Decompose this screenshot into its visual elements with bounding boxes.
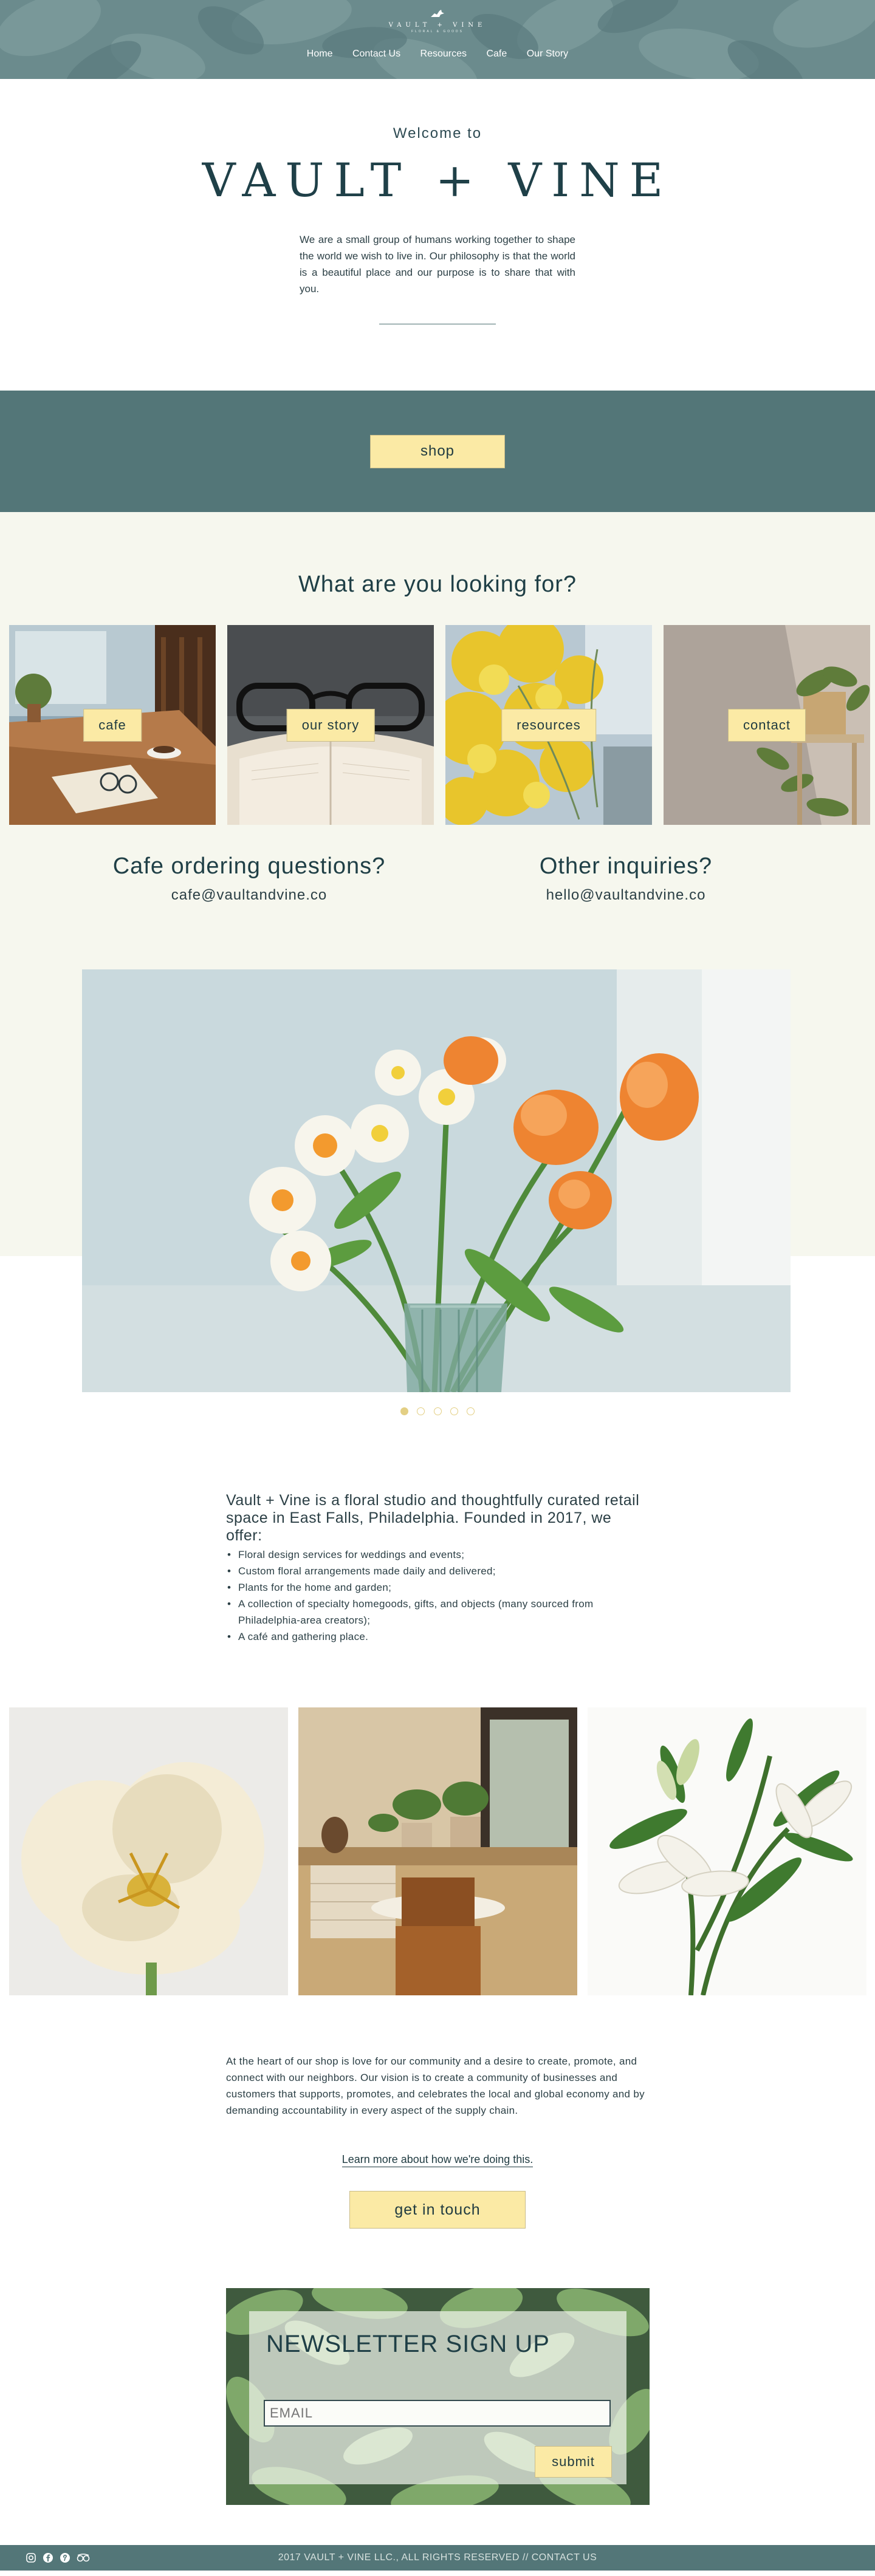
nav-cafe[interactable]: Cafe xyxy=(486,49,507,59)
cafe-email-link[interactable]: cafe@vaultandvine.co xyxy=(61,887,437,904)
slide-dot-2[interactable] xyxy=(417,1407,425,1415)
offers-list: Floral design services for weddings and … xyxy=(226,1546,651,1645)
other-inquiry: Other inquiries? hello@vaultandvine.co xyxy=(437,853,814,904)
slide-dot-1[interactable] xyxy=(400,1407,408,1415)
tile-cafe-button[interactable]: cafe xyxy=(83,708,142,742)
shop-button[interactable]: shop xyxy=(370,434,505,468)
offer-item: A collection of specialty homegoods, gif… xyxy=(226,1596,651,1628)
gallery-photo xyxy=(588,1707,866,1995)
looking-heading: What are you looking for? xyxy=(298,572,577,597)
offer-item: A café and gathering place. xyxy=(226,1628,651,1645)
tile-our-story-button[interactable]: our story xyxy=(286,708,375,742)
welcome-pretitle: Welcome to xyxy=(393,125,482,142)
about-section: Vault + Vine is a floral studio and thou… xyxy=(0,1434,875,1707)
email-field[interactable] xyxy=(264,2400,611,2427)
logo-subtitle: FLORAL & GOODS xyxy=(411,30,464,33)
tile-our-story[interactable]: our story xyxy=(227,625,434,825)
flower-vase-photo xyxy=(82,969,791,1392)
hello-email-link[interactable]: hello@vaultandvine.co xyxy=(437,887,814,904)
community-section: At the heart of our shop is love for our… xyxy=(0,1995,875,2545)
offer-item: Floral design services for weddings and … xyxy=(226,1546,651,1563)
learn-more-link[interactable]: Learn more about how we're doing this. xyxy=(341,2153,534,2167)
inquiries: Cafe ordering questions? cafe@vaultandvi… xyxy=(0,853,875,904)
slide-dot-5[interactable] xyxy=(467,1407,475,1415)
logo-text: VAULT + VINE xyxy=(388,22,487,29)
nav-our-story[interactable]: Our Story xyxy=(527,49,568,59)
nav-contact-us[interactable]: Contact Us xyxy=(352,49,400,59)
photo-gallery xyxy=(9,1707,875,1995)
community-text: At the heart of our shop is love for our… xyxy=(226,2055,645,2116)
gallery-photo xyxy=(298,1707,577,1995)
offer-item: Plants for the home and garden; xyxy=(226,1579,651,1596)
nav-home[interactable]: Home xyxy=(307,49,333,59)
hero-slideshow[interactable] xyxy=(82,969,791,1392)
tile-contact[interactable]: contact xyxy=(664,625,870,825)
site-footer: 2017 VAULT + VINE LLC., ALL RIGHTS RESER… xyxy=(0,2545,875,2571)
main-nav: Home Contact Us Resources Cafe Our Story xyxy=(0,49,875,60)
submit-button[interactable]: submit xyxy=(535,2446,612,2478)
category-tiles: cafe our story resources contact xyxy=(9,625,870,825)
cafe-inquiry-title: Cafe ordering questions? xyxy=(112,853,386,879)
site-header: VAULT + VINE FLORAL & GOODS Home Contact… xyxy=(0,0,875,79)
lily-photo xyxy=(588,1707,866,1995)
tile-resources[interactable]: resources xyxy=(445,625,652,825)
cafe-interior-photo xyxy=(298,1707,577,1995)
about-lead: Vault + Vine is a floral studio and thou… xyxy=(226,1492,640,1544)
get-in-touch-button[interactable]: get in touch xyxy=(349,2191,526,2229)
fox-logo-icon xyxy=(431,10,444,17)
brand-title: VAULT + VINE xyxy=(202,153,673,207)
slide-dot-4[interactable] xyxy=(450,1407,458,1415)
logo[interactable]: VAULT + VINE FLORAL & GOODS xyxy=(0,9,875,33)
newsletter-title: NEWSLETTER SIGN UP xyxy=(266,2331,550,2357)
tile-contact-button[interactable]: contact xyxy=(728,708,806,742)
tile-cafe[interactable]: cafe xyxy=(9,625,216,825)
tile-resources-button[interactable]: resources xyxy=(501,708,596,742)
slideshow-dots xyxy=(0,1407,875,1418)
copyright: 2017 VAULT + VINE LLC., ALL RIGHTS RESER… xyxy=(278,2552,597,2563)
newsletter-signup: NEWSLETTER SIGN UP submit xyxy=(226,2288,650,2505)
nav-resources[interactable]: Resources xyxy=(420,49,467,59)
learn-more: Learn more about how we're doing this. xyxy=(0,2153,875,2167)
gallery-photo xyxy=(9,1707,288,1995)
cafe-inquiry: Cafe ordering questions? cafe@vaultandvi… xyxy=(61,853,437,904)
other-inquiry-title: Other inquiries? xyxy=(539,853,713,879)
looking-for-section: What are you looking for? cafe our story… xyxy=(0,512,875,1415)
white-tulip-photo xyxy=(9,1707,288,1995)
shop-band: shop xyxy=(0,391,875,512)
welcome-section: Welcome to VAULT + VINE We are a small g… xyxy=(0,79,875,391)
welcome-intro: We are a small group of humans working t… xyxy=(300,234,575,295)
newsletter-panel: NEWSLETTER SIGN UP submit xyxy=(249,2311,626,2484)
slide-dot-3[interactable] xyxy=(433,1407,442,1415)
offer-item: Custom floral arrangements made daily an… xyxy=(226,1563,651,1579)
